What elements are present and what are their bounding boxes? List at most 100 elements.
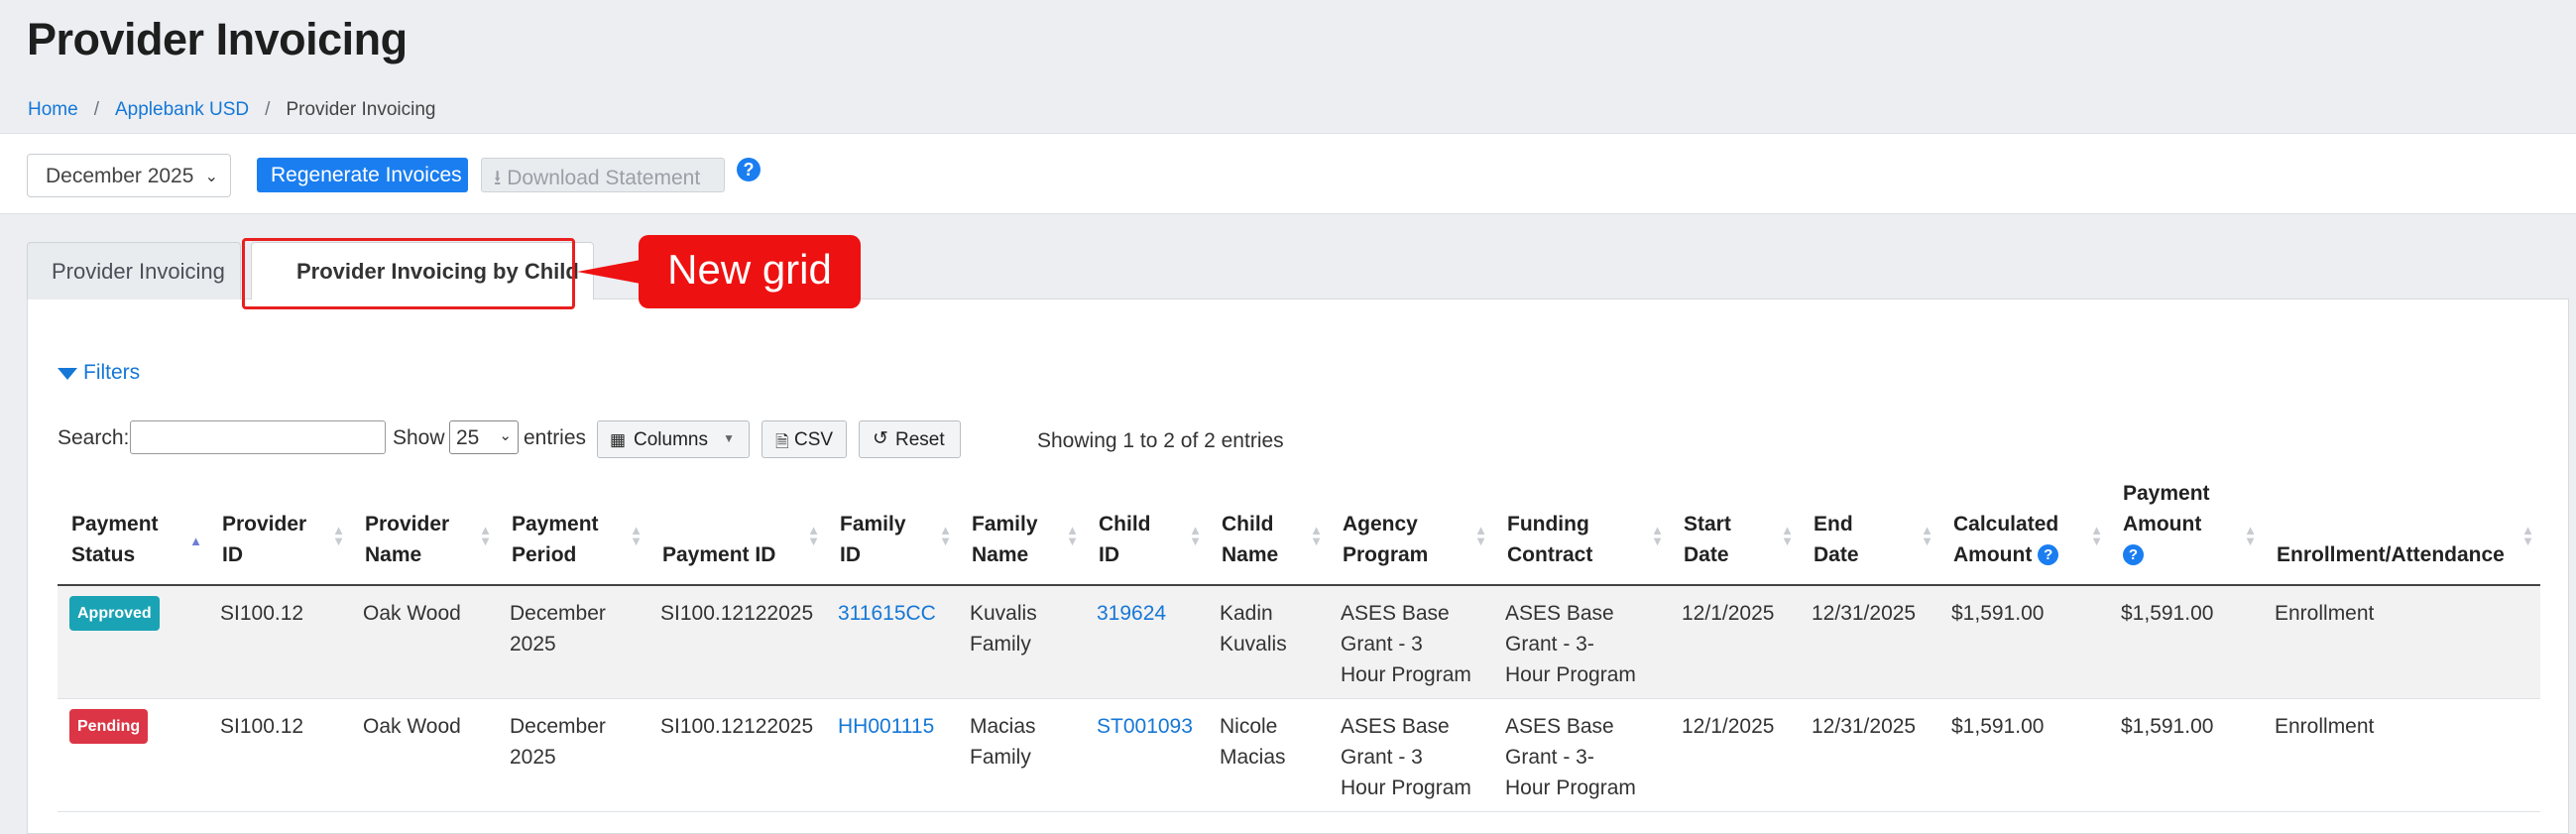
cell-payment-id: SI100.12122025 — [648, 698, 826, 812]
csv-button[interactable]: 🗎 CSV — [761, 420, 847, 458]
cell-calculated-amount: $1,591.00 — [1939, 585, 2109, 699]
regenerate-invoices-button[interactable]: Regenerate Invoices — [257, 158, 468, 192]
cell-provider-name: Oak Wood — [351, 698, 498, 812]
cell-payment-period: December 2025 — [498, 698, 648, 812]
family-id-link[interactable]: 311615CC — [838, 602, 936, 625]
sort-icon: ▲ ▼ — [630, 523, 643, 548]
cell-family-id: HH001115 — [826, 698, 958, 812]
search-input[interactable] — [130, 420, 386, 454]
column-header-funding-contract[interactable]: Funding Contract ▲ ▼ — [1493, 478, 1670, 586]
toolbar: December 2025 ⌄ Regenerate Invoices ⭳ Do… — [0, 133, 2576, 214]
cell-start-date: 12/1/2025 — [1670, 585, 1800, 699]
sort-icon: ▲ ▼ — [2090, 523, 2103, 548]
reset-label: Reset — [895, 429, 945, 450]
invoicing-table: Payment Status ▲ Provider ID ▲ ▼ Provider Name… — [58, 478, 2540, 812]
sort-icon: ▲ ▼ — [807, 523, 820, 548]
column-header-start-date[interactable]: Start Date ▲ ▼ — [1670, 478, 1800, 586]
cell-family-name: Kuvalis Family — [958, 585, 1085, 699]
cell-status: Pending — [58, 698, 208, 812]
column-header-provider-name[interactable]: Provider Name ▲ ▼ — [351, 478, 498, 586]
reset-button[interactable]: ↺ Reset — [859, 420, 961, 458]
column-header-end-date[interactable]: End Date ▲ ▼ — [1800, 478, 1939, 586]
cell-payment-amount: $1,591.00 — [2109, 585, 2263, 699]
sort-icon: ▲ ▼ — [1651, 523, 1664, 548]
column-header-child-name[interactable]: Child Name ▲ ▼ — [1208, 478, 1329, 586]
column-header-agency-program[interactable]: Agency Program ▲ ▼ — [1329, 478, 1493, 586]
column-header-child-id[interactable]: Child ID ▲ ▼ — [1085, 478, 1208, 586]
columns-button[interactable]: ▦ Columns ▼ — [597, 420, 750, 458]
cell-provider-id: SI100.12 — [208, 698, 351, 812]
column-header-calculated-amount[interactable]: Calculated Amount ? ▲ ▼ — [1939, 478, 2109, 586]
family-id-link[interactable]: HH001115 — [838, 715, 934, 738]
child-id-link[interactable]: ST001093 — [1097, 715, 1193, 738]
filters-label: Filters — [83, 361, 141, 384]
child-id-link[interactable]: 319624 — [1097, 602, 1166, 625]
download-statement-button[interactable]: ⭳ Download Statement — [481, 158, 725, 192]
cell-funding-contract: ASES Base Grant - 3- Hour Program — [1493, 585, 1670, 699]
cell-child-name: Nicole Macias — [1208, 698, 1329, 812]
column-header-family-id[interactable]: Family ID ▲ ▼ — [826, 478, 958, 586]
cell-family-id: 311615CC — [826, 585, 958, 699]
help-icon[interactable]: ? — [2038, 544, 2059, 565]
sort-icon: ▲ ▼ — [2521, 523, 2534, 548]
status-badge: Pending — [69, 709, 149, 744]
undo-icon: ↺ — [873, 428, 888, 449]
cell-enrollment-attendance: Enrollment — [2263, 698, 2540, 812]
cell-start-date: 12/1/2025 — [1670, 698, 1800, 812]
month-select-value: December 2025 — [46, 165, 194, 187]
annotation-callout: New grid — [639, 235, 861, 308]
cell-child-id: 319624 — [1085, 585, 1208, 699]
cell-payment-period: December 2025 — [498, 585, 648, 699]
status-badge: Approved — [69, 596, 160, 631]
entries-select-value: 25 — [456, 426, 480, 449]
tab-provider-invoicing[interactable]: Provider Invoicing — [27, 242, 241, 299]
entries-label: entries — [524, 426, 587, 449]
sort-icon: ▲ ▼ — [332, 523, 345, 548]
cell-enrollment-attendance: Enrollment — [2263, 585, 2540, 699]
sort-icon: ▲ ▼ — [1189, 523, 1202, 548]
breadcrumb-district-link[interactable]: Applebank USD — [115, 99, 249, 120]
breadcrumb-separator: / — [93, 99, 99, 120]
page-title: Provider Invoicing — [27, 14, 408, 64]
cell-child-id: ST001093 — [1085, 698, 1208, 812]
table-header-row: Payment Status ▲ Provider ID ▲ ▼ Provider Name… — [58, 478, 2540, 586]
sort-icon: ▲ ▼ — [1474, 523, 1487, 548]
column-header-payment-id[interactable]: Payment ID ▲ ▼ — [648, 478, 826, 586]
column-header-provider-id[interactable]: Provider ID ▲ ▼ — [208, 478, 351, 586]
chevron-down-icon: ⌄ — [204, 169, 218, 185]
sort-icon: ▲ ▼ — [1066, 523, 1079, 548]
page-header: Provider Invoicing Home / Applebank USD / Pr… — [0, 0, 2576, 133]
sort-ascending-icon: ▲ — [189, 534, 202, 548]
columns-label: Columns — [634, 429, 708, 450]
download-icon: ⭳ — [494, 167, 502, 189]
filters-toggle[interactable]: Filters — [58, 361, 140, 385]
help-icon[interactable]: ? — [737, 158, 761, 181]
sort-icon: ▲ ▼ — [1310, 523, 1323, 548]
sort-icon: ▲ ▼ — [2244, 523, 2257, 548]
annotation-highlight-box — [242, 238, 575, 309]
table-info: Showing 1 to 2 of 2 entries — [1037, 429, 1284, 452]
caret-down-icon: ▼ — [723, 431, 735, 445]
sort-icon: ▲ ▼ — [479, 523, 492, 548]
sort-icon: ▲ ▼ — [1921, 523, 1933, 548]
breadcrumb-current: Provider Invoicing — [286, 99, 436, 120]
cell-payment-id: SI100.12122025 — [648, 585, 826, 699]
column-header-payment-period[interactable]: Payment Period ▲ ▼ — [498, 478, 648, 586]
chevron-down-icon: ⌄ — [499, 427, 512, 444]
breadcrumb-separator: / — [265, 99, 271, 120]
column-header-payment-status[interactable]: Payment Status ▲ — [58, 478, 208, 586]
cell-agency-program: ASES Base Grant - 3 Hour Program — [1329, 698, 1493, 812]
entries-select[interactable]: 25 ⌄ — [449, 420, 519, 454]
cell-family-name: Macias Family — [958, 698, 1085, 812]
column-header-enrollment-attendance[interactable]: Enrollment/Attendance ▲ ▼ — [2263, 478, 2540, 586]
csv-label: CSV — [794, 429, 834, 450]
month-select[interactable]: December 2025 ⌄ — [27, 154, 231, 197]
column-header-payment-amount[interactable]: Payment Amount? ▲ ▼ — [2109, 478, 2263, 586]
column-header-family-name[interactable]: Family Name ▲ ▼ — [958, 478, 1085, 586]
breadcrumb: Home / Applebank USD / Provider Invoicing — [28, 99, 435, 121]
breadcrumb-home-link[interactable]: Home — [28, 99, 78, 120]
cell-end-date: 12/31/2025 — [1800, 698, 1939, 812]
help-icon[interactable]: ? — [2123, 544, 2144, 565]
cell-calculated-amount: $1,591.00 — [1939, 698, 2109, 812]
table-row: Pending SI100.12 Oak Wood December 2025 S… — [58, 698, 2540, 812]
